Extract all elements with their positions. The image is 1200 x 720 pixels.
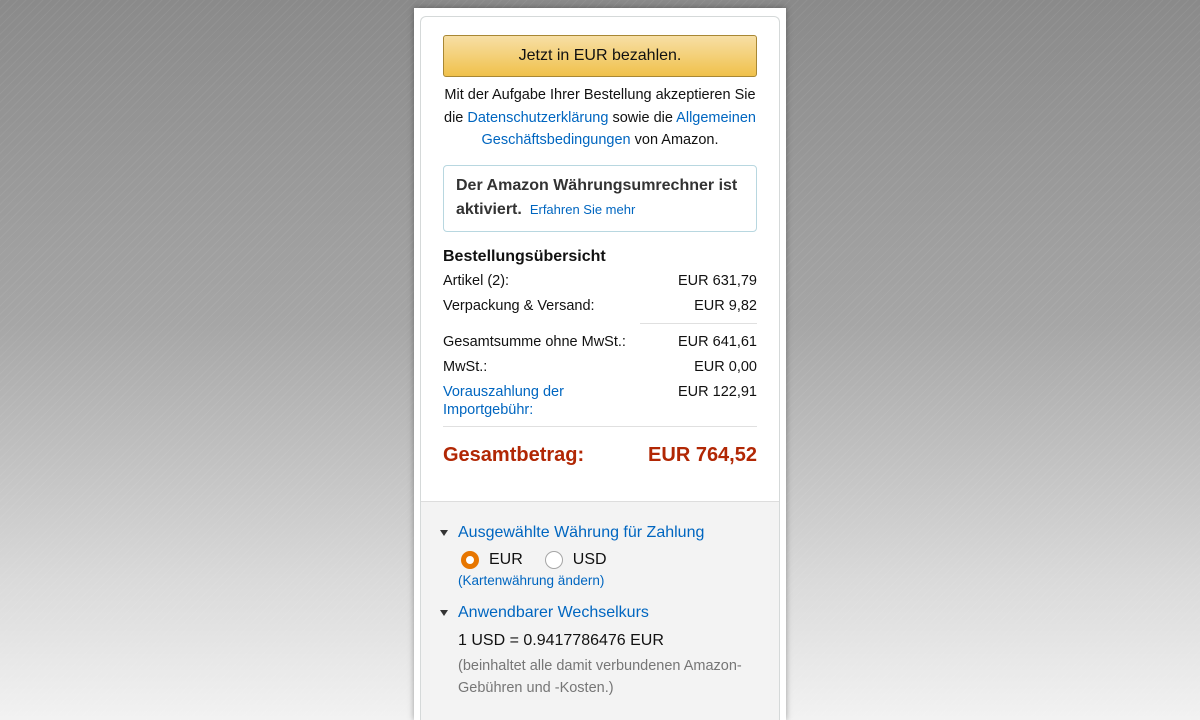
exchange-heading[interactable]: Anwendbarer Wechselkurs [458,602,649,624]
vat-value: EUR 0,00 [694,358,757,375]
import-fee-value: EUR 122,91 [678,383,757,400]
change-card-currency-row: (Kartenwährung ändern) [458,573,761,588]
summary-row-vat: MwSt.: EUR 0,00 [443,358,757,376]
import-fee-link[interactable]: Vorauszahlung der Importgebühr: [443,383,593,419]
currency-heading-toggle[interactable]: Ausgewählte Währung für Zahlung [439,522,761,544]
summary-row-items: Artikel (2): EUR 631,79 [443,272,757,290]
caret-down-icon [440,610,448,616]
pay-button[interactable]: Jetzt in EUR bezahlen. [443,35,757,77]
total-label: Gesamtbetrag: [443,444,585,466]
shipping-value: EUR 9,82 [694,297,757,314]
subtotal-value: EUR 641,61 [678,333,757,350]
currency-eur-label: EUR [489,551,523,568]
terms-part2: sowie die [608,109,677,126]
vat-label: MwSt.: [443,358,488,375]
currency-heading[interactable]: Ausgewählte Währung für Zahlung [458,522,704,544]
currency-section: Ausgewählte Währung für Zahlung EUR USD … [421,501,779,720]
shipping-label: Verpackung & Versand: [443,297,595,314]
terms-part3: von Amazon. [630,132,719,148]
items-value: EUR 631,79 [678,272,757,289]
summary-divider [640,322,757,324]
order-summary: Bestellungsübersicht Artikel (2): EUR 63… [443,248,757,485]
total-value: EUR 764,52 [648,444,757,466]
change-card-currency-link[interactable]: (Kartenwährung ändern) [458,573,604,588]
learn-more-link[interactable]: Erfahren Sie mehr [530,202,636,217]
summary-row-import: Vorauszahlung der Importgebühr: EUR 122,… [443,383,757,419]
exchange-rate: 1 USD = 0.9417786476 EUR [458,632,664,649]
exchange-heading-toggle[interactable]: Anwendbarer Wechselkurs [439,602,761,624]
exchange-note: (beinhaltet alle damit verbundenen Amazo… [458,658,742,696]
subtotal-label: Gesamtsumme ohne MwSt.: [443,333,626,350]
checkout-box: Jetzt in EUR bezahlen. Mit der Aufgabe I… [420,16,780,720]
summary-row-shipping: Verpackung & Versand: EUR 9,82 [443,297,757,315]
items-label: Artikel (2): [443,272,510,289]
order-total: Gesamtbetrag: EUR 764,52 [443,427,757,485]
currency-options: EUR USD [461,551,761,569]
currency-usd-label: USD [572,551,607,568]
summary-title: Bestellungsübersicht [443,247,606,265]
caret-down-icon [440,530,448,536]
privacy-link[interactable]: Datenschutzerklärung [467,110,608,126]
checkout-panel: Jetzt in EUR bezahlen. Mit der Aufgabe I… [414,8,786,720]
radio-unselected-icon[interactable] [544,551,563,569]
radio-selected-icon[interactable] [461,551,479,569]
summary-row-subtotal: Gesamtsumme ohne MwSt.: EUR 641,61 [443,333,757,351]
terms-text: Mit der Aufgabe Ihrer Bestellung akzepti… [443,84,757,152]
currency-option-usd[interactable]: USD [544,551,607,569]
order-section: Jetzt in EUR bezahlen. Mit der Aufgabe I… [421,17,779,485]
currency-converter-notice: Der Amazon Währungsumrechner ist aktivie… [443,164,757,232]
currency-option-eur[interactable]: EUR [461,551,523,569]
